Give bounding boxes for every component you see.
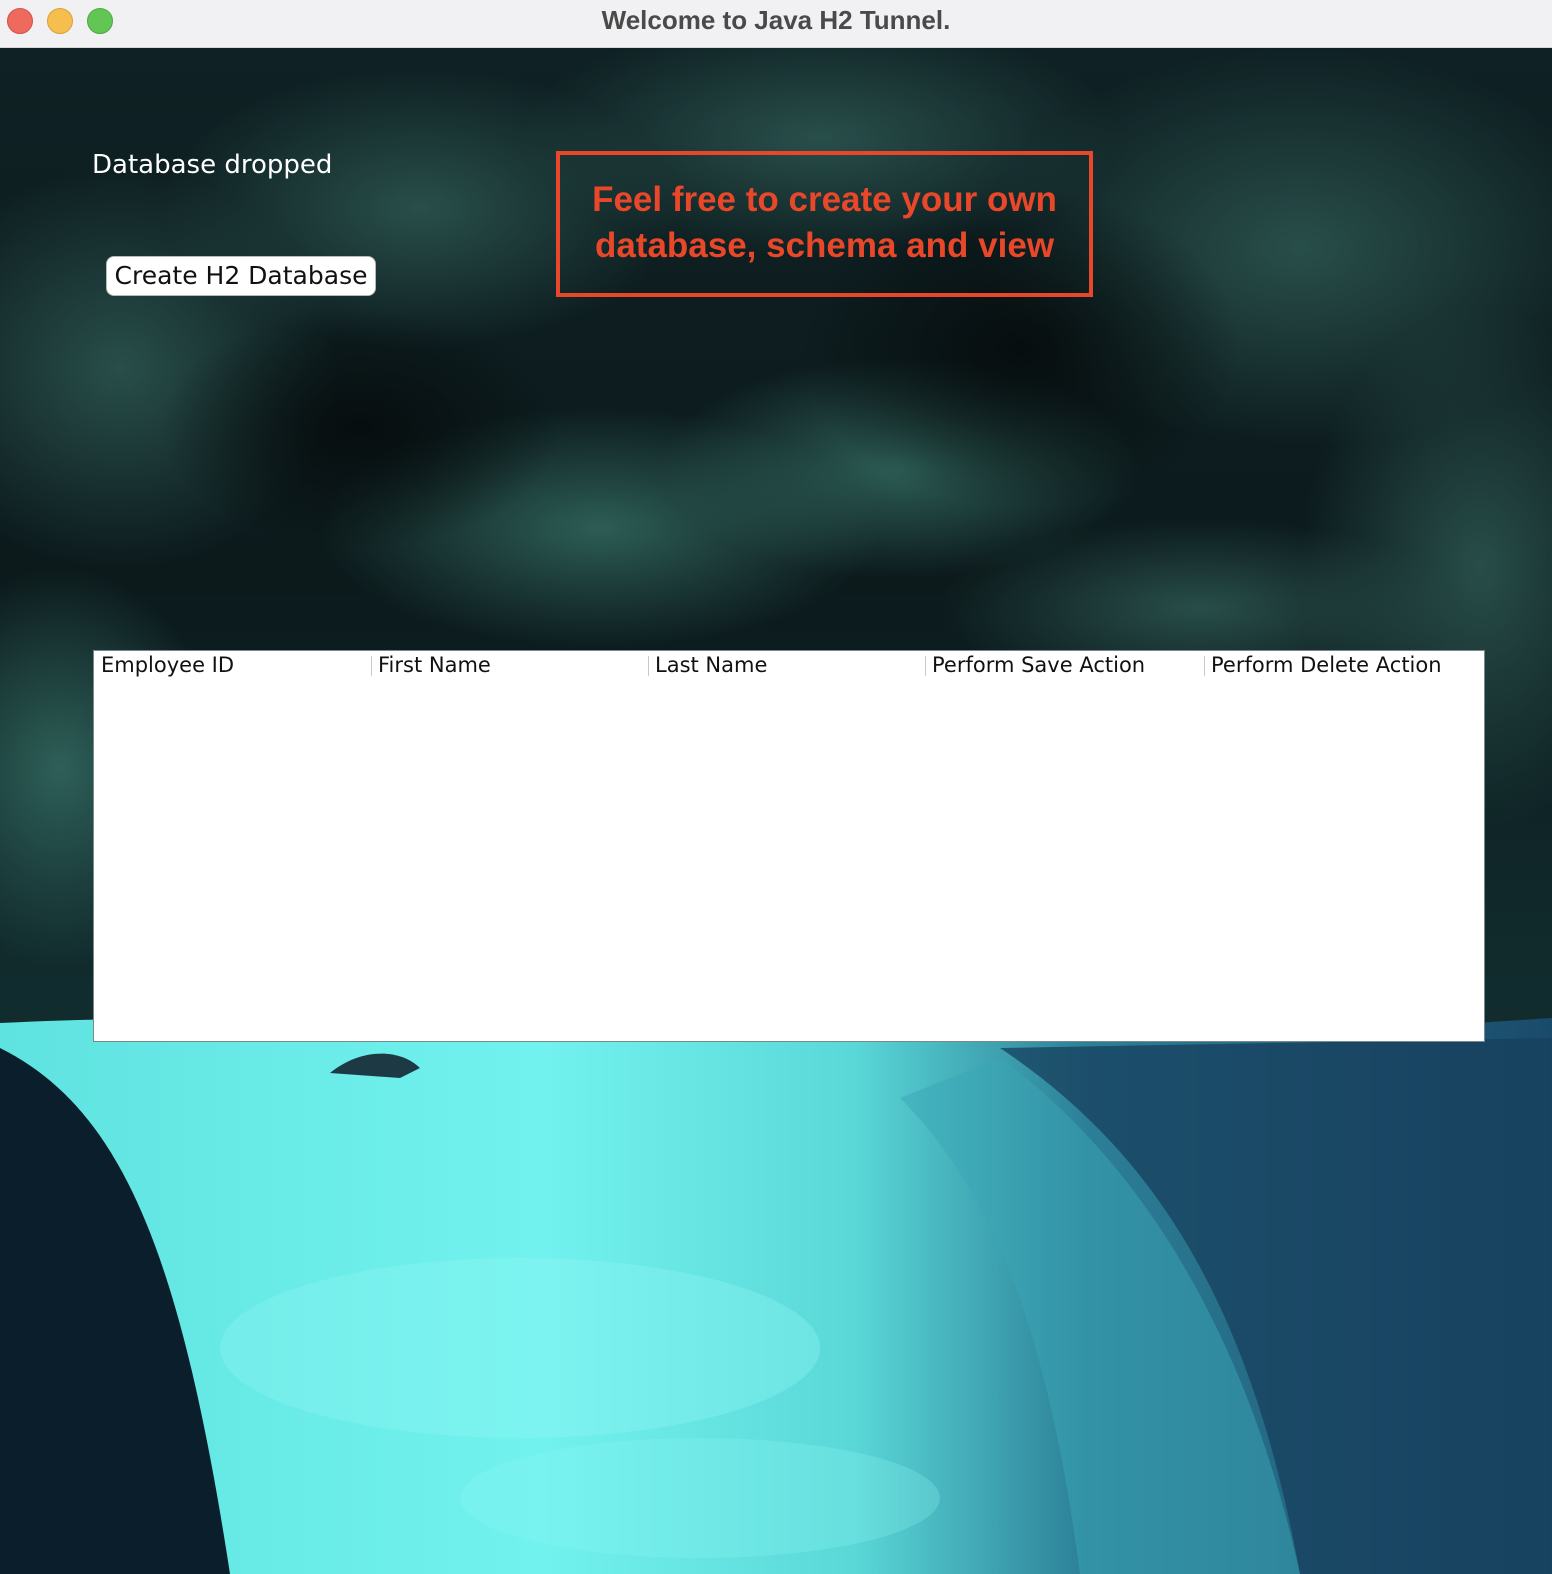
column-header-last-name[interactable]: Last Name: [648, 651, 925, 681]
column-header-employee-id[interactable]: Employee ID: [94, 651, 371, 681]
status-message: Database dropped: [92, 150, 333, 180]
info-banner: Feel free to create your own database, s…: [556, 151, 1093, 297]
app-window: Welcome to Java H2 Tunnel. Database drop…: [0, 0, 1552, 1574]
content-pane: Database dropped Create H2 Database Feel…: [0, 48, 1552, 1574]
table-header: Employee ID First Name Last Name Perform…: [94, 651, 1484, 681]
column-header-first-name[interactable]: First Name: [371, 651, 648, 681]
column-header-delete-action[interactable]: Perform Delete Action: [1204, 651, 1484, 681]
employee-table[interactable]: Employee ID First Name Last Name Perform…: [93, 650, 1485, 1042]
window-title: Welcome to Java H2 Tunnel.: [601, 5, 951, 35]
table-body[interactable]: [94, 681, 1484, 1041]
banner-line-2: database, schema and view: [594, 226, 1055, 265]
create-database-button[interactable]: Create H2 Database: [106, 256, 376, 296]
banner-line-1: Feel free to create your own: [592, 180, 1057, 219]
title-bar: Welcome to Java H2 Tunnel.: [0, 0, 1552, 48]
column-header-save-action[interactable]: Perform Save Action: [925, 651, 1204, 681]
